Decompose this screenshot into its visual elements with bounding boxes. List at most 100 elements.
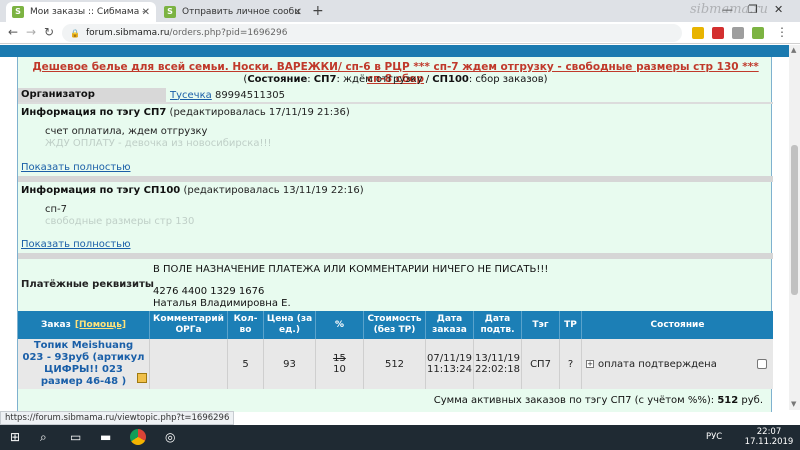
comment-cell bbox=[150, 339, 228, 389]
percent-cell: 15 10 bbox=[316, 339, 364, 389]
col-comment: Комментарий ОРГа bbox=[150, 311, 228, 339]
forward-button[interactable]: → bbox=[26, 25, 36, 39]
clock-date: 17.11.2019 bbox=[744, 437, 794, 447]
col-tag: Тэг bbox=[522, 311, 560, 339]
chrome-icon[interactable] bbox=[130, 429, 146, 445]
sum-label: Сумма активных заказов по тэгу СП7 (с уч… bbox=[433, 395, 718, 406]
edit-note-icon[interactable] bbox=[137, 373, 147, 383]
expand-icon[interactable]: + bbox=[586, 360, 594, 368]
info-sp7-faded-line: ЖДУ ОПЛАТУ - девочка из новосибирска!!! bbox=[45, 138, 272, 149]
organizer-row: Организатор Тусечка 89994511305 bbox=[18, 88, 773, 102]
info-sp100-line: сп-7 bbox=[45, 204, 68, 215]
product-cell: Топик Meishuang 023 - 93руб (артикул ЦИФ… bbox=[18, 339, 150, 389]
purchase-state: (Состояние: СП7: ждём отгрузку / СП100: … bbox=[18, 74, 773, 85]
info-sp100-edited: (редактировалась 13/11/19 22:16) bbox=[183, 185, 364, 196]
col-qty: Кол-во bbox=[228, 311, 264, 339]
col-price: Цена (за ед.) bbox=[264, 311, 316, 339]
vertical-scrollbar[interactable]: ▲ ▼ bbox=[789, 45, 800, 410]
sum-unit: руб. bbox=[738, 395, 763, 406]
cost-cell: 512 bbox=[364, 339, 426, 389]
product-link[interactable]: Топик Meishuang 023 - 93руб (артикул ЦИФ… bbox=[22, 340, 145, 388]
state-label: Состояние bbox=[247, 74, 308, 85]
clock-time: 22:07 bbox=[756, 427, 782, 437]
watermark-text: MARYGLOSS bbox=[640, 411, 728, 426]
tab-title: Мои заказы :: Сибмама - о семе bbox=[30, 7, 148, 17]
state-sp100-tag: СП100 bbox=[432, 74, 469, 85]
state-cell: + оплата подтверждена bbox=[582, 339, 773, 389]
scroll-down-icon[interactable]: ▼ bbox=[791, 400, 796, 408]
organizer-phone: 89994511305 bbox=[214, 89, 285, 101]
tag-cell: СП7 bbox=[522, 339, 560, 389]
info-sp7-line: счет оплатила, ждем отгрузку bbox=[45, 126, 208, 137]
url-domain: forum.sibmama.ru bbox=[85, 28, 170, 38]
tr-cell: ? bbox=[560, 339, 582, 389]
col-state: Состояние bbox=[650, 319, 705, 330]
extension-icon[interactable] bbox=[732, 27, 744, 39]
info-sp100-header: Информация по тэгу СП100 (редактировалас… bbox=[21, 185, 364, 196]
search-icon[interactable]: ⌕ bbox=[40, 430, 47, 445]
percent-old: 15 bbox=[333, 353, 346, 364]
clock[interactable]: 22:07 17.11.2019 bbox=[744, 427, 794, 447]
browser-toolbar: ← → ↻ 🔒 forum.sibmama.ru /orders.php?pid… bbox=[0, 2, 800, 44]
state-sp7-text: : ждём отгрузку / bbox=[336, 74, 433, 85]
payment-warning: В ПОЛЕ НАЗНАЧЕНИЕ ПЛАТЕЖА ИЛИ КОММЕНТАРИ… bbox=[153, 264, 549, 275]
orders-table-header: Заказ [Помощь] Комментарий ОРГа Кол-во Ц… bbox=[18, 311, 773, 339]
state-text: оплата подтверждена bbox=[598, 358, 717, 370]
order-date-cell: 07/11/19 11:13:24 bbox=[426, 339, 474, 389]
tab-title: Отправить личное сообщение bbox=[182, 7, 300, 17]
percent-new: 10 bbox=[333, 364, 346, 375]
info-sp7-label: Информация по тэгу СП7 bbox=[21, 107, 167, 118]
col-cost: Стоимость (без ТР) bbox=[364, 311, 426, 339]
windows-start-icon[interactable]: ⊞ bbox=[10, 430, 20, 444]
sibmama-favicon-icon: S bbox=[12, 6, 24, 18]
organizer-link[interactable]: Тусечка bbox=[170, 90, 212, 101]
col-order: Заказ [Помощь] bbox=[18, 311, 150, 339]
watermark-text: sibmama.ru bbox=[690, 2, 769, 17]
windows-taskbar: ⊞ ⌕ ▭ ▬ ◎ РУС 22:07 17.11.2019 MARYGLOSS bbox=[0, 411, 800, 450]
page-content: Дешевое белье для всей семьи. Носки. ВАР… bbox=[0, 45, 789, 412]
info-sp7-edited: (редактировалась 17/11/19 21:36) bbox=[169, 107, 350, 118]
info-sp100-faded-line: свободные размеры стр 130 bbox=[45, 216, 195, 227]
state-sp100-text: : сбор заказов) bbox=[468, 74, 548, 85]
sibmama-favicon-icon: S bbox=[164, 6, 176, 18]
reload-button[interactable]: ↻ bbox=[44, 25, 54, 39]
app-icon[interactable]: ◎ bbox=[165, 430, 175, 444]
scroll-up-icon[interactable]: ▲ bbox=[791, 46, 796, 54]
lock-icon: 🔒 bbox=[70, 28, 80, 38]
state-sp7-tag: СП7 bbox=[313, 74, 337, 85]
payment-card: 4276 4400 1329 1676 bbox=[153, 286, 265, 297]
order-panel: Дешевое белье для всей семьи. Носки. ВАР… bbox=[17, 57, 773, 412]
col-order-date: Дата заказа bbox=[426, 311, 474, 339]
back-button[interactable]: ← bbox=[8, 25, 18, 39]
close-tab-icon[interactable]: ✕ bbox=[294, 7, 302, 18]
file-explorer-icon[interactable]: ▬ bbox=[100, 430, 111, 444]
language-indicator[interactable]: РУС bbox=[706, 432, 722, 442]
row-checkbox[interactable] bbox=[757, 359, 767, 369]
info-sp7-header: Информация по тэгу СП7 (редактировалась … bbox=[21, 107, 350, 118]
organizer-label: Организатор bbox=[18, 88, 166, 102]
col-order-label: Заказ bbox=[40, 319, 71, 330]
help-link[interactable]: [Помощь] bbox=[75, 320, 126, 331]
browser-tab-strip: S Мои заказы :: Сибмама - о семе ✕ S Отп… bbox=[0, 0, 800, 22]
show-all-sp100-link[interactable]: Показать полностью bbox=[21, 239, 131, 250]
show-all-sp7-link[interactable]: Показать полностью bbox=[21, 162, 131, 173]
qty-cell: 5 bbox=[228, 339, 264, 389]
extension-icon[interactable] bbox=[692, 27, 704, 39]
divider bbox=[18, 102, 773, 104]
status-url: https://forum.sibmama.ru/viewtopic.php?t… bbox=[0, 411, 235, 425]
extension-icon[interactable] bbox=[712, 27, 724, 39]
menu-icon[interactable]: ⋮ bbox=[776, 25, 788, 39]
profile-avatar[interactable] bbox=[752, 27, 764, 39]
task-view-icon[interactable]: ▭ bbox=[70, 430, 81, 444]
new-tab-button[interactable]: + bbox=[312, 3, 324, 19]
address-bar[interactable]: 🔒 forum.sibmama.ru /orders.php?pid=16962… bbox=[62, 24, 682, 42]
payment-label: Платёжные реквизиты bbox=[21, 279, 154, 290]
tab-my-orders[interactable]: S Мои заказы :: Сибмама - о семе ✕ bbox=[6, 2, 156, 22]
close-tab-icon[interactable]: ✕ bbox=[142, 7, 150, 18]
divider bbox=[18, 253, 773, 259]
col-percent: % bbox=[316, 311, 364, 339]
scroll-thumb[interactable] bbox=[791, 145, 798, 295]
tab-send-message[interactable]: S Отправить личное сообщение ✕ bbox=[158, 2, 308, 22]
col-tr: ТР bbox=[560, 311, 582, 339]
close-window-button[interactable]: ✕ bbox=[774, 3, 783, 16]
